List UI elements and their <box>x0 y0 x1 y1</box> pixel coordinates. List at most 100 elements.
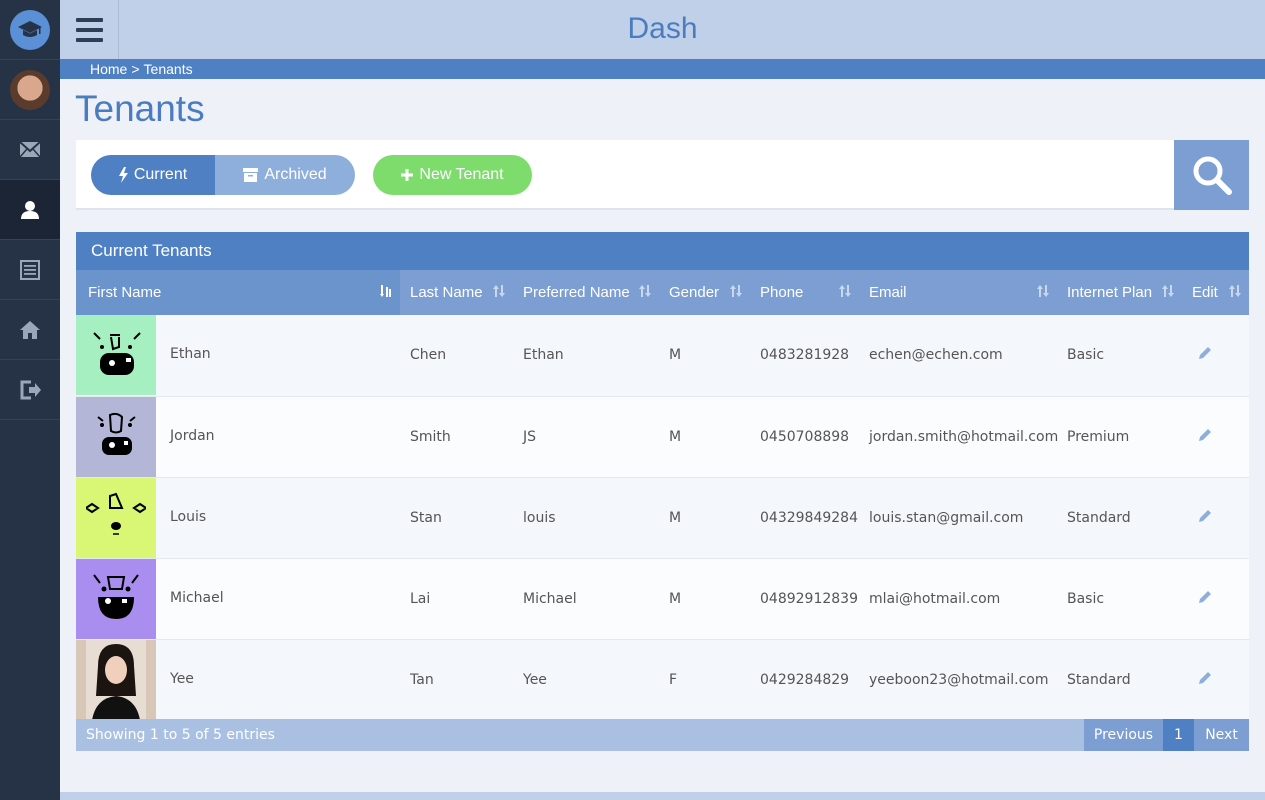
person-photo-icon <box>86 639 146 720</box>
breadcrumb-current: Tenants <box>143 61 193 77</box>
cell-internet-plan: Premium <box>1067 428 1130 445</box>
tenant-avatar <box>76 315 156 396</box>
cell-phone: 04329849284 <box>760 509 858 526</box>
archive-icon <box>243 168 259 182</box>
breadcrumb-separator: > <box>131 61 140 77</box>
column-header-last-name[interactable]: Last Name <box>400 270 513 315</box>
breadcrumb-home[interactable]: Home <box>90 61 127 77</box>
graduation-cap-icon <box>10 9 50 50</box>
sidebar-item-tenants[interactable] <box>0 180 60 240</box>
bottom-strip <box>60 792 1265 800</box>
cell-preferred-name: Michael <box>523 590 577 607</box>
panel-title: Current Tenants <box>76 232 1249 270</box>
avatar-photo <box>10 69 50 110</box>
cell-gender: F <box>669 671 678 688</box>
cell-last-name: Tan <box>410 671 434 688</box>
column-header-email[interactable]: Email <box>859 270 1057 315</box>
monster-face-icon <box>97 412 136 455</box>
table-row: Louis Stan louis M 04329849284 louis.sta… <box>76 477 1249 558</box>
monster-face-icon <box>86 492 146 535</box>
sidebar-item-messages[interactable] <box>0 120 60 180</box>
column-header-preferred-name[interactable]: Preferred Name <box>513 270 659 315</box>
previous-page-button[interactable]: Previous <box>1084 719 1163 751</box>
cell-email: mlai@hotmail.com <box>869 590 1001 607</box>
table-row: Ethan Chen Ethan M 0483281928 echen@eche… <box>76 315 1249 396</box>
edit-pencil-icon[interactable] <box>1198 590 1212 608</box>
sidebar-item-properties[interactable] <box>0 300 60 360</box>
cell-internet-plan: Basic <box>1067 590 1105 607</box>
first-name: Ethan <box>170 346 211 363</box>
cell-internet-plan: Standard <box>1067 509 1131 526</box>
cell-phone: 0483281928 <box>760 347 850 364</box>
edit-pencil-icon[interactable] <box>1198 428 1212 446</box>
column-header-phone[interactable]: Phone <box>750 270 859 315</box>
cell-email: jordan.smith@hotmail.com <box>869 428 1059 445</box>
sort-icon <box>380 284 392 301</box>
cell-gender: M <box>669 347 682 364</box>
pagination: Previous 1 Next <box>1084 719 1249 751</box>
cell-first-name: Michael <box>76 558 400 639</box>
bolt-icon <box>118 167 128 183</box>
next-page-button[interactable]: Next <box>1194 719 1249 751</box>
cell-email: yeeboon23@hotmail.com <box>869 671 1049 688</box>
cell-email: louis.stan@gmail.com <box>869 509 1024 526</box>
first-name: Jordan <box>170 427 215 444</box>
cell-gender: M <box>669 590 682 607</box>
list-icon <box>20 259 40 280</box>
cell-last-name: Smith <box>410 428 451 445</box>
cell-edit <box>1182 396 1249 477</box>
top-bar: Dash <box>60 0 1265 59</box>
column-header-edit[interactable]: Edit <box>1182 270 1249 315</box>
sort-icon <box>1162 284 1174 301</box>
column-header-gender[interactable]: Gender <box>659 270 750 315</box>
user-avatar[interactable] <box>0 60 60 120</box>
cell-edit <box>1182 315 1249 396</box>
column-header-internet-plan[interactable]: Internet Plan <box>1057 270 1182 315</box>
cell-edit <box>1182 477 1249 558</box>
user-icon <box>21 200 39 219</box>
tenant-avatar <box>76 558 156 639</box>
entries-info: Showing 1 to 5 of 5 entries <box>86 727 275 743</box>
sort-icon <box>493 284 505 301</box>
cell-first-name: Ethan <box>76 315 400 396</box>
sidebar-item-documents[interactable] <box>0 240 60 300</box>
tenant-avatar <box>76 639 156 720</box>
sidebar <box>0 0 60 800</box>
column-header-first-name[interactable]: First Name <box>76 270 400 315</box>
tenant-filter-toggle: Current Archived <box>91 155 355 195</box>
cell-internet-plan: Basic <box>1067 347 1105 364</box>
edit-pencil-icon[interactable] <box>1198 347 1212 364</box>
table-row: Jordan Smith JS M 0450708898 jordan.smit… <box>76 396 1249 477</box>
envelope-icon <box>19 141 41 158</box>
edit-pencil-icon[interactable] <box>1198 671 1212 689</box>
tenants-table: First Name Last Name Preferred Name Gend… <box>76 270 1249 721</box>
first-name: Michael <box>170 589 224 606</box>
cell-phone: 0429284829 <box>760 671 850 688</box>
current-filter-button[interactable]: Current <box>91 155 215 195</box>
cell-internet-plan: Standard <box>1067 671 1131 688</box>
search-button[interactable] <box>1174 140 1249 210</box>
sidebar-item-logout[interactable] <box>0 360 60 420</box>
cell-edit <box>1182 558 1249 639</box>
monster-face-icon <box>93 573 139 619</box>
tenant-avatar <box>76 396 156 477</box>
cell-preferred-name: louis <box>523 509 556 526</box>
tenants-panel: Current Tenants First Name Last Name Pre… <box>76 232 1249 751</box>
cell-gender: M <box>669 509 682 526</box>
page-title: Tenants <box>75 88 205 129</box>
page-1-button[interactable]: 1 <box>1163 719 1194 751</box>
logo[interactable] <box>0 0 60 60</box>
tenant-toolbar: Current Archived New Tenant <box>76 140 1249 210</box>
cell-edit <box>1182 639 1249 720</box>
home-icon <box>20 320 40 339</box>
cell-first-name: Yee <box>76 639 400 720</box>
cell-gender: M <box>669 428 682 445</box>
app-title: Dash <box>627 12 698 45</box>
edit-pencil-icon[interactable] <box>1198 509 1212 527</box>
cell-last-name: Stan <box>410 509 442 526</box>
cell-first-name: Jordan <box>76 396 400 477</box>
new-tenant-button[interactable]: New Tenant <box>373 155 532 195</box>
archived-filter-button[interactable]: Archived <box>215 155 355 195</box>
sort-icon <box>730 284 742 301</box>
monster-face-icon <box>93 332 141 376</box>
